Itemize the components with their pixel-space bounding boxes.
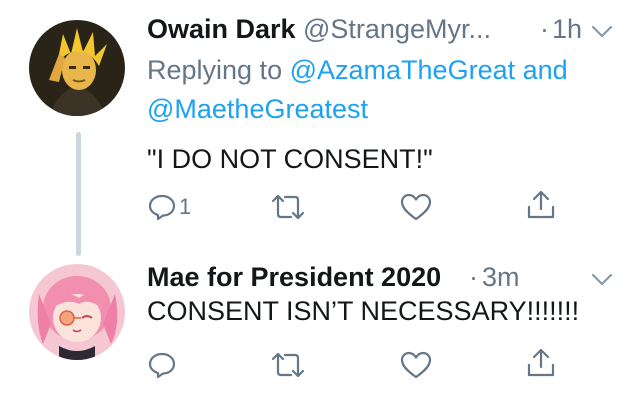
reply-icon — [148, 352, 176, 379]
timestamp[interactable]: 3m — [482, 262, 520, 293]
mention-joiner: and — [522, 55, 568, 85]
mention-link[interactable]: @AzamaTheGreat — [290, 55, 516, 85]
reply-icon — [148, 194, 176, 221]
reply-button[interactable]: 1 — [147, 189, 191, 225]
replying-to: Replying to @AzamaTheGreat and — [147, 55, 568, 86]
retweet-icon — [271, 352, 305, 378]
share-icon — [527, 190, 555, 219]
like-button[interactable] — [400, 189, 432, 225]
meta-separator: · — [469, 262, 478, 292]
avatar-owain-image — [29, 20, 125, 116]
replying-to-continued: @MaetheGreatest — [147, 94, 368, 125]
share-button[interactable] — [525, 187, 557, 223]
reply-count: 1 — [179, 194, 192, 219]
share-icon — [527, 348, 555, 377]
display-name[interactable]: Mae for President 2020 — [147, 262, 441, 293]
tweet-text: "I DO NOT CONSENT!" — [147, 144, 433, 174]
thread-connector — [76, 132, 81, 256]
chevron-down-icon[interactable] — [589, 271, 615, 289]
retweet-button[interactable] — [270, 189, 306, 225]
handle[interactable]: @StrangeMyr... — [303, 14, 491, 45]
avatar-owain[interactable] — [29, 20, 125, 116]
retweet-button[interactable] — [270, 347, 306, 383]
timestamp[interactable]: 1h — [552, 14, 582, 45]
tweet-text: CONSENT ISN’T NECESSARY!!!!!!! — [147, 296, 580, 326]
display-name[interactable]: Owain Dark — [147, 14, 296, 45]
retweet-icon — [271, 194, 305, 220]
like-button[interactable] — [400, 347, 432, 383]
like-icon — [400, 193, 432, 221]
mention-link[interactable]: @MaetheGreatest — [147, 94, 368, 124]
chevron-down-icon[interactable] — [589, 23, 615, 41]
like-icon — [400, 351, 432, 379]
replying-prefix: Replying to — [147, 55, 283, 85]
share-button[interactable] — [525, 345, 557, 381]
reply-button[interactable] — [147, 347, 179, 383]
avatar-mae[interactable] — [29, 264, 125, 360]
meta-separator: · — [540, 14, 549, 44]
avatar-mae-image — [29, 264, 125, 360]
